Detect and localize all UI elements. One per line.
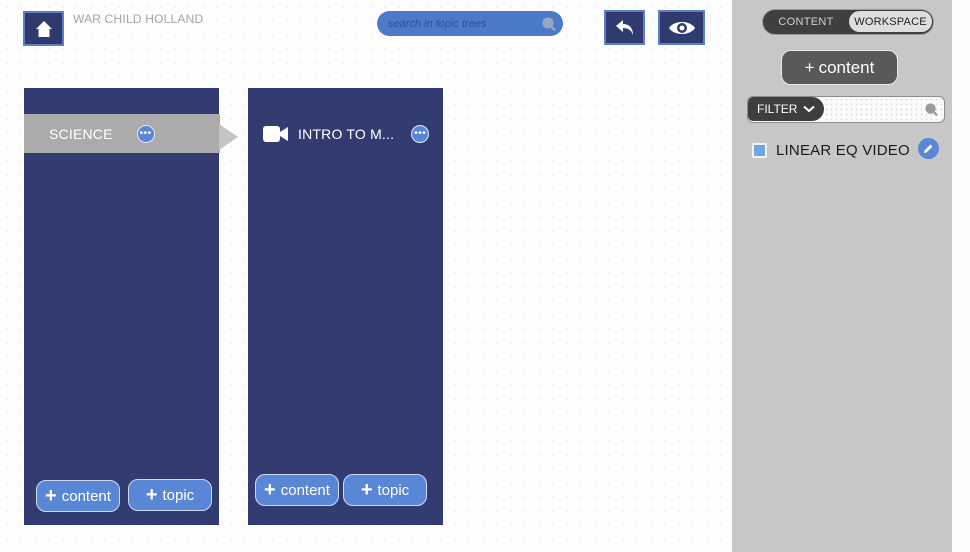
add-topic-button[interactable]: + topic: [128, 479, 212, 511]
organization-name: WAR CHILD HOLLAND: [73, 12, 204, 26]
topic-row-science[interactable]: SCIENCE •••: [24, 114, 220, 153]
content-row-label: INTRO TO M...: [298, 126, 395, 142]
add-content-button[interactable]: + content: [255, 474, 339, 506]
add-topic-label: topic: [377, 481, 410, 499]
chevron-down-icon: [803, 105, 816, 113]
home-icon: [35, 20, 52, 37]
sidebar-add-content-button[interactable]: + content: [781, 50, 898, 85]
topic-tree-search-input[interactable]: [377, 11, 563, 36]
edit-button[interactable]: [918, 138, 939, 159]
content-workspace-toggle[interactable]: CONTENT WORKSPACE: [762, 9, 934, 35]
filter-label: FILTER: [757, 102, 798, 116]
select-checkbox[interactable]: [752, 142, 767, 158]
more-options-icon[interactable]: •••: [411, 125, 430, 143]
plus-icon: +: [360, 479, 373, 501]
toggle-content-option[interactable]: CONTENT: [763, 10, 849, 33]
plus-icon: +: [804, 57, 815, 77]
undo-icon: [615, 19, 633, 35]
content-row-intro[interactable]: INTRO TO M... •••: [262, 120, 432, 148]
video-camera-icon: [263, 126, 288, 142]
toggle-workspace-option[interactable]: WORKSPACE: [849, 11, 932, 32]
search-icon: [542, 17, 556, 31]
content-item-title: LINEAR EQ VIDEO: [776, 141, 910, 159]
eye-icon: [668, 21, 695, 34]
more-options-icon[interactable]: •••: [136, 124, 155, 143]
plus-icon: +: [264, 479, 276, 501]
home-button[interactable]: [23, 11, 64, 46]
add-topic-label: topic: [162, 486, 195, 504]
plus-icon: +: [45, 485, 57, 507]
undo-button[interactable]: [604, 10, 645, 45]
add-content-label: content: [61, 487, 111, 505]
preview-button[interactable]: [658, 10, 705, 45]
search-icon: [925, 103, 938, 116]
add-content-button[interactable]: + content: [36, 480, 120, 512]
topic-column-2: [248, 88, 443, 525]
filter-bar: FILTER: [747, 96, 945, 123]
add-content-label: content: [280, 481, 330, 499]
pencil-icon: [924, 144, 933, 153]
plus-icon: +: [145, 484, 158, 506]
topic-row-label: SCIENCE: [49, 125, 113, 142]
sidebar-add-content-label: content: [818, 57, 875, 77]
topic-column-1: [24, 88, 219, 525]
filter-dropdown[interactable]: FILTER: [748, 97, 824, 121]
sidebar-content-item[interactable]: LINEAR EQ VIDEO: [752, 138, 942, 162]
selected-row-arrow: [219, 124, 238, 150]
add-topic-button[interactable]: + topic: [343, 474, 427, 506]
